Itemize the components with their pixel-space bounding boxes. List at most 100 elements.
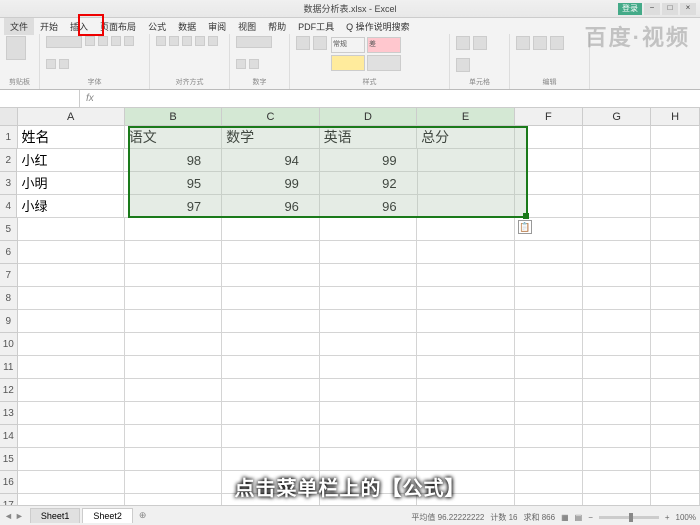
cell-E2[interactable] <box>418 149 515 172</box>
rowhead-3[interactable]: 3 <box>0 172 17 195</box>
cell-D2[interactable]: 99 <box>320 149 418 172</box>
autosum-icon[interactable] <box>516 36 530 50</box>
cell-B4[interactable]: 97 <box>124 195 222 218</box>
paste-icon[interactable] <box>6 36 26 60</box>
cell-C9[interactable] <box>222 310 319 333</box>
cell-C11[interactable] <box>222 356 319 379</box>
cell-G14[interactable] <box>583 425 651 448</box>
italic-icon[interactable] <box>98 36 108 46</box>
maximize-button[interactable]: □ <box>662 3 678 15</box>
sort-filter-icon[interactable] <box>533 36 547 50</box>
cell-A7[interactable] <box>18 264 125 287</box>
font-select[interactable] <box>46 36 82 48</box>
cell-G11[interactable] <box>583 356 651 379</box>
rowhead-4[interactable]: 4 <box>0 195 17 218</box>
cell-H6[interactable] <box>651 241 700 264</box>
select-all-corner[interactable] <box>0 108 18 125</box>
rowhead-11[interactable]: 11 <box>0 356 18 379</box>
cell-H12[interactable] <box>651 379 700 402</box>
align-right-icon[interactable] <box>182 36 192 46</box>
cell-D5[interactable] <box>320 218 417 241</box>
cell-F8[interactable] <box>515 287 583 310</box>
format-cell-icon[interactable] <box>456 58 470 72</box>
cell-G13[interactable] <box>583 402 651 425</box>
cell-D12[interactable] <box>320 379 417 402</box>
insert-cell-icon[interactable] <box>456 36 470 50</box>
cell-D14[interactable] <box>320 425 417 448</box>
name-box[interactable] <box>0 90 80 107</box>
cell-B10[interactable] <box>125 333 222 356</box>
cell-F2[interactable] <box>515 149 583 172</box>
colhead-B[interactable]: B <box>125 108 222 125</box>
cell-G6[interactable] <box>583 241 651 264</box>
number-format[interactable] <box>236 36 272 48</box>
colhead-D[interactable]: D <box>320 108 417 125</box>
new-sheet-button[interactable]: ⊕ <box>133 510 153 521</box>
cell-F7[interactable] <box>515 264 583 287</box>
colhead-F[interactable]: F <box>515 108 583 125</box>
cell-F9[interactable] <box>515 310 583 333</box>
cell-A3[interactable]: 小明 <box>17 172 124 195</box>
cell-A2[interactable]: 小红 <box>17 149 124 172</box>
delete-cell-icon[interactable] <box>473 36 487 50</box>
fx-icon[interactable]: fx <box>80 93 100 104</box>
cell-F4[interactable] <box>515 195 583 218</box>
cell-A14[interactable] <box>18 425 125 448</box>
cell-G15[interactable] <box>583 448 651 471</box>
cell-B8[interactable] <box>125 287 222 310</box>
cell-G3[interactable] <box>583 172 651 195</box>
cell-B3[interactable]: 95 <box>124 172 222 195</box>
conditional-format-icon[interactable] <box>296 36 310 50</box>
colhead-H[interactable]: H <box>651 108 700 125</box>
menu-5[interactable]: 数据 <box>172 18 202 35</box>
sheet-tab-1[interactable]: Sheet1 <box>30 508 81 523</box>
menu-1[interactable]: 开始 <box>34 18 64 35</box>
style-other[interactable] <box>367 55 401 71</box>
cell-D9[interactable] <box>320 310 417 333</box>
cell-B15[interactable] <box>125 448 222 471</box>
cell-C10[interactable] <box>222 333 319 356</box>
cell-D8[interactable] <box>320 287 417 310</box>
cell-F3[interactable] <box>515 172 583 195</box>
cell-H4[interactable] <box>651 195 700 218</box>
menu-4[interactable]: 公式 <box>142 18 172 35</box>
cell-B2[interactable]: 98 <box>124 149 222 172</box>
cell-G2[interactable] <box>583 149 651 172</box>
menu-8[interactable]: 帮助 <box>262 18 292 35</box>
cell-A1[interactable]: 姓名 <box>18 126 125 149</box>
cell-A4[interactable]: 小绿 <box>17 195 124 218</box>
cell-B5[interactable] <box>125 218 222 241</box>
cell-E13[interactable] <box>417 402 514 425</box>
cell-H14[interactable] <box>651 425 700 448</box>
comma-icon[interactable] <box>249 59 259 69</box>
cell-H2[interactable] <box>651 149 700 172</box>
spreadsheet-grid[interactable]: ABCDEFGH 1姓名语文数学英语总分2小红9894993小明9599924小… <box>0 108 700 505</box>
menu-10[interactable]: Q 操作说明搜索 <box>340 18 416 35</box>
cell-F1[interactable] <box>515 126 583 149</box>
rowhead-1[interactable]: 1 <box>0 126 18 149</box>
style-normal[interactable]: 常规 <box>331 37 365 53</box>
cell-A10[interactable] <box>18 333 125 356</box>
zoom-slider[interactable] <box>599 516 659 519</box>
rowhead-2[interactable]: 2 <box>0 149 17 172</box>
cell-D3[interactable]: 92 <box>320 172 418 195</box>
underline-icon[interactable] <box>111 36 121 46</box>
cell-A6[interactable] <box>18 241 125 264</box>
cell-E14[interactable] <box>417 425 514 448</box>
cell-B11[interactable] <box>125 356 222 379</box>
style-highlight[interactable] <box>331 55 365 71</box>
menu-3[interactable]: 页面布局 <box>94 18 142 35</box>
paste-options-icon[interactable]: 📋 <box>518 220 532 234</box>
cell-A12[interactable] <box>18 379 125 402</box>
align-left-icon[interactable] <box>156 36 166 46</box>
find-icon[interactable] <box>550 36 564 50</box>
colhead-E[interactable]: E <box>417 108 514 125</box>
cell-G7[interactable] <box>583 264 651 287</box>
close-button[interactable]: × <box>680 3 696 15</box>
percent-icon[interactable] <box>236 59 246 69</box>
cell-A9[interactable] <box>18 310 125 333</box>
menu-9[interactable]: PDF工具 <box>292 18 340 35</box>
cell-F15[interactable] <box>515 448 583 471</box>
cell-D15[interactable] <box>320 448 417 471</box>
cell-D4[interactable]: 96 <box>320 195 418 218</box>
